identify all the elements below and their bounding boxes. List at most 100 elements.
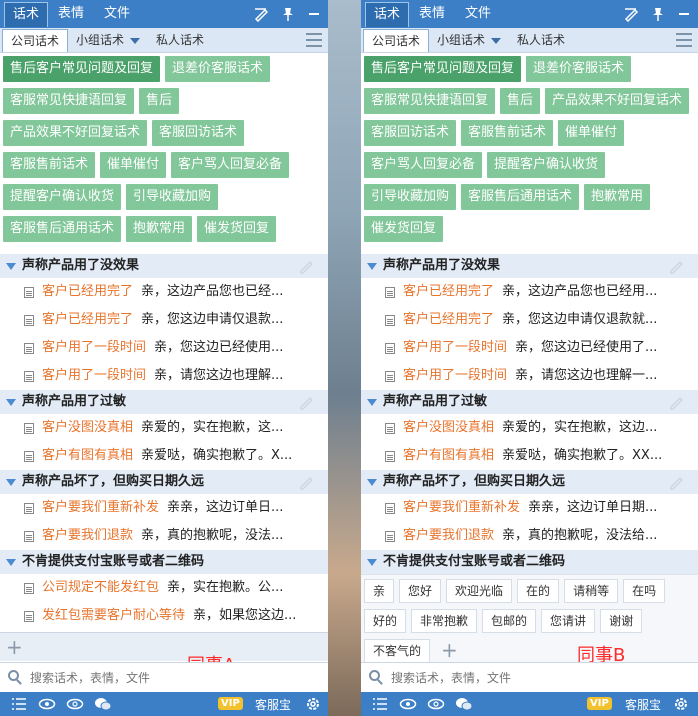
chip-category[interactable]: 售后	[500, 88, 541, 114]
chip-category[interactable]: 退差价客服话术	[526, 56, 632, 82]
collapse-triangle-icon[interactable]	[367, 263, 377, 270]
chip-category[interactable]: 催单催付	[100, 152, 167, 178]
script-item[interactable]: 客户已经用完了 亲，您这边申请仅退款...	[0, 306, 328, 334]
skin-brush-icon[interactable]	[254, 6, 270, 22]
collapse-triangle-icon[interactable]	[6, 263, 16, 270]
quick-reply-chip[interactable]: 不客气的	[364, 639, 431, 663]
edit-pencil-icon[interactable]	[668, 394, 684, 410]
eye-icon[interactable]	[399, 695, 417, 713]
wechat-icon[interactable]	[94, 695, 112, 713]
tab-company-scripts[interactable]: 公司话术	[2, 28, 69, 52]
script-item[interactable]: 客户已经用完了 亲，您这边申请仅退款就...	[361, 306, 698, 334]
script-item[interactable]: 客户有图有真相 亲爱哒，确实抱歉了。X...	[0, 442, 328, 470]
quick-reply-chip[interactable]: 谢谢	[600, 609, 643, 633]
group-header[interactable]: 声称产品用了过敏	[361, 390, 698, 414]
chip-category[interactable]: 客服常见快捷语回复	[3, 88, 135, 114]
script-item[interactable]: 发红包需要客户耐心等待 亲，如果您这边...	[0, 602, 328, 630]
add-quick-reply-icon[interactable]: +	[435, 639, 464, 661]
chip-category[interactable]: 产品效果不好回复话术	[545, 88, 690, 114]
script-item[interactable]: 客户要我们退款 亲，真的抱歉呢，没法...	[0, 522, 328, 550]
chip-category[interactable]: 抱歉常用	[584, 184, 651, 210]
chip-category[interactable]: 催发货回复	[364, 216, 444, 242]
script-item[interactable]: 客户用了一段时间 亲，请您这边也理解一...	[361, 362, 698, 390]
chip-category[interactable]: 退差价客服话术	[165, 56, 271, 82]
chip-category[interactable]: 客服常见快捷语回复	[364, 88, 496, 114]
quick-reply-chip[interactable]: 欢迎光临	[446, 579, 513, 603]
chip-category[interactable]: 催单催付	[558, 120, 625, 146]
tab-biaoqing[interactable]: 表情	[409, 0, 455, 28]
script-item[interactable]: 客户没图没真相 亲爱的，实在抱歉，这边...	[361, 414, 698, 442]
edit-pencil-icon[interactable]	[298, 394, 314, 410]
collapse-triangle-icon[interactable]	[6, 479, 16, 486]
tab-group-scripts[interactable]: 小组话术	[68, 28, 148, 52]
chip-category[interactable]: 引导收藏加购	[364, 184, 457, 210]
chip-category[interactable]: 售后客户常见问题及回复	[364, 56, 522, 82]
add-icon[interactable]: +	[6, 637, 23, 657]
script-item[interactable]: 客户用了一段时间 亲，您这边已经使用...	[0, 334, 328, 362]
quick-reply-chip[interactable]: 非常抱歉	[411, 609, 478, 633]
collapse-triangle-icon[interactable]	[367, 479, 377, 486]
chip-category[interactable]: 催发货回复	[197, 216, 277, 242]
quick-reply-chip[interactable]: 您请讲	[541, 609, 596, 633]
hamburger-menu-icon[interactable]	[676, 33, 692, 47]
chip-category[interactable]: 客户骂人回复必备	[171, 152, 290, 178]
script-item[interactable]: 公司规定不能发红包 亲，实在抱歉。公...	[0, 574, 328, 602]
chip-category[interactable]: 客服回访话术	[364, 120, 457, 146]
group-header[interactable]: 不肯提供支付宝账号或者二维码	[361, 550, 698, 574]
quick-reply-chip[interactable]: 请稍等	[564, 579, 619, 603]
script-item[interactable]: 客户用了一段时间 亲，您这边已经使用了...	[361, 334, 698, 362]
tab-private-scripts[interactable]: 私人话术	[509, 28, 573, 52]
hamburger-menu-icon[interactable]	[306, 33, 322, 47]
chip-category[interactable]: 客服回访话术	[152, 120, 245, 146]
eye-outline-icon[interactable]	[66, 695, 84, 713]
quick-reply-chip[interactable]: 您好	[399, 579, 442, 603]
wechat-icon[interactable]	[455, 695, 473, 713]
chip-category[interactable]: 产品效果不好回复话术	[3, 120, 148, 146]
group-header[interactable]: 声称产品用了过敏	[0, 390, 328, 414]
chip-category[interactable]: 客服售后通用话术	[461, 184, 580, 210]
script-item[interactable]: 客户已经用完了 亲，这边产品您也已经用...	[361, 278, 698, 306]
group-header[interactable]: 声称产品用了没效果	[361, 254, 698, 278]
collapse-triangle-icon[interactable]	[367, 559, 377, 566]
skin-brush-icon[interactable]	[624, 6, 640, 22]
group-header[interactable]: 声称产品用了没效果	[0, 254, 328, 278]
search-input[interactable]	[389, 667, 643, 689]
quick-reply-chip[interactable]: 包邮的	[482, 609, 537, 633]
script-item[interactable]: 客户没图没真相 亲爱的，实在抱歉，这...	[0, 414, 328, 442]
group-header[interactable]: 声称产品坏了，但购买日期久远	[361, 470, 698, 494]
script-item[interactable]: 客户要我们重新补发 亲亲，这边订单日期...	[361, 494, 698, 522]
chip-category[interactable]: 抱歉常用	[126, 216, 193, 242]
chip-category[interactable]: 客服售后通用话术	[3, 216, 122, 242]
list-icon[interactable]	[371, 695, 389, 713]
script-item[interactable]: 客户有图有真相 亲爱哒，确实抱歉了。XX...	[361, 442, 698, 470]
chip-category[interactable]: 引导收藏加购	[126, 184, 219, 210]
script-item[interactable]: 客户已经用完了 亲，这边产品您也已经...	[0, 278, 328, 306]
quick-reply-chip[interactable]: 亲	[364, 579, 395, 603]
edit-pencil-icon[interactable]	[298, 474, 314, 490]
edit-pencil-icon[interactable]	[668, 474, 684, 490]
minimize-icon[interactable]	[676, 6, 692, 22]
tab-wenjian[interactable]: 文件	[94, 0, 140, 28]
eye-outline-icon[interactable]	[427, 695, 445, 713]
group-header[interactable]: 不肯提供支付宝账号或者二维码	[0, 550, 328, 574]
tab-private-scripts[interactable]: 私人话术	[148, 28, 212, 52]
tab-biaoqing[interactable]: 表情	[48, 0, 94, 28]
chip-category[interactable]: 售后客户常见问题及回复	[3, 56, 161, 82]
minimize-icon[interactable]	[306, 6, 322, 22]
list-icon[interactable]	[10, 695, 28, 713]
gear-icon[interactable]	[672, 695, 690, 713]
tab-huashu[interactable]: 话术	[4, 1, 49, 27]
script-item[interactable]: 客户用了一段时间 亲，请您这边也理解...	[0, 362, 328, 390]
script-item[interactable]: 客户要我们重新补发 亲亲，这边订单日...	[0, 494, 328, 522]
chevron-down-icon[interactable]	[130, 37, 141, 44]
collapse-triangle-icon[interactable]	[367, 399, 377, 406]
collapse-triangle-icon[interactable]	[6, 559, 16, 566]
chip-category[interactable]: 客服售前话术	[461, 120, 554, 146]
tab-huashu[interactable]: 话术	[365, 1, 410, 27]
chip-category[interactable]: 提醒客户确认收货	[487, 152, 606, 178]
quick-reply-chip[interactable]: 在的	[517, 579, 560, 603]
chip-category[interactable]: 客服售前话术	[3, 152, 96, 178]
eye-icon[interactable]	[38, 695, 56, 713]
chevron-down-icon[interactable]	[491, 37, 502, 44]
chip-category[interactable]: 客户骂人回复必备	[364, 152, 483, 178]
